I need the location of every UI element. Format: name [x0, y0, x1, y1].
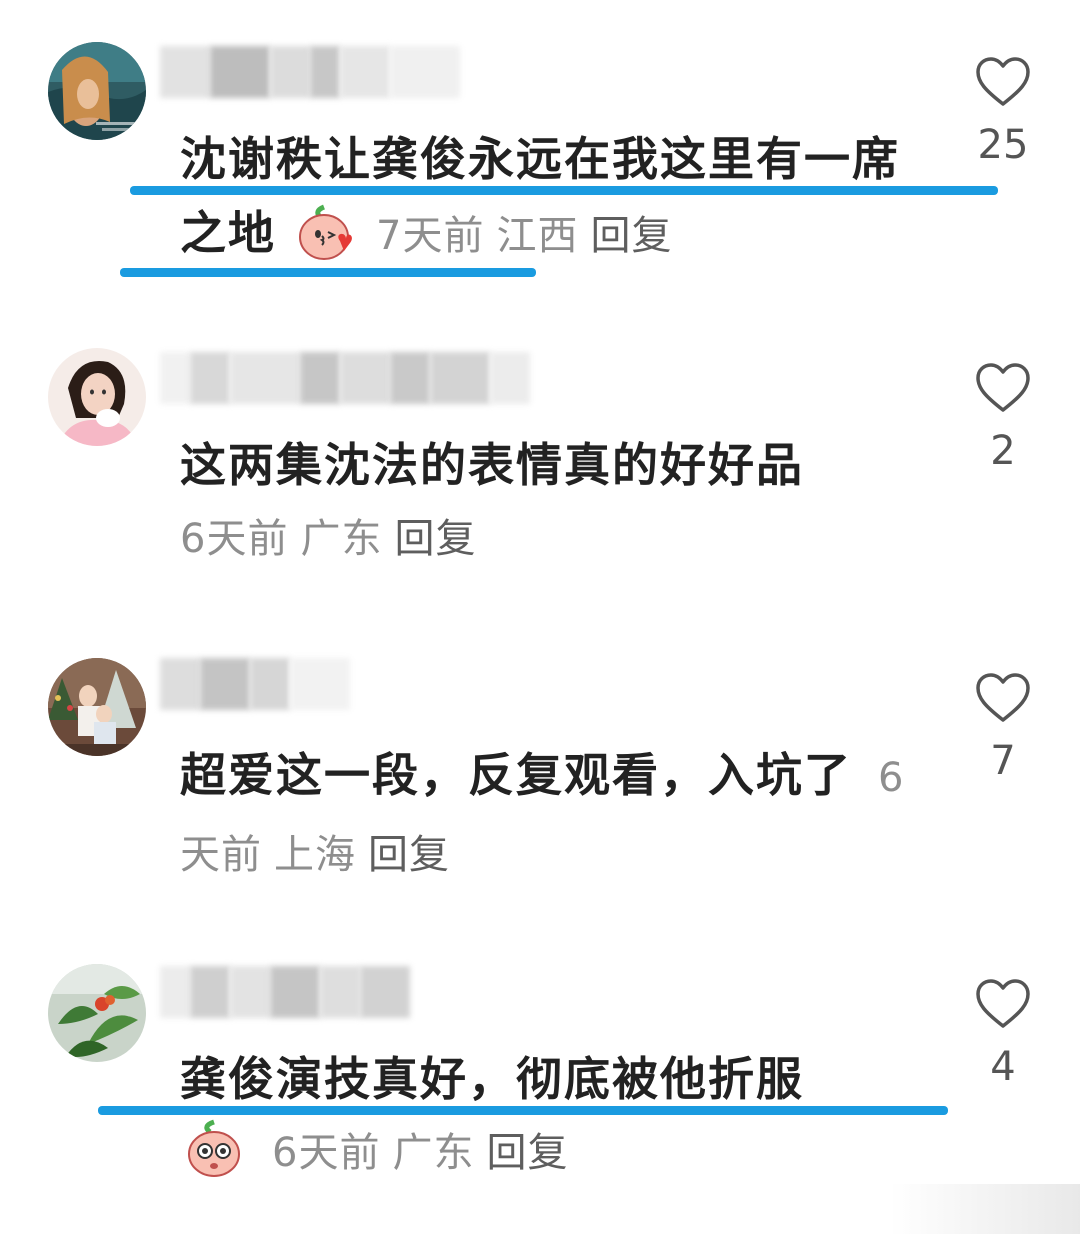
- heart-icon: [976, 979, 1030, 1028]
- blowing-kiss-peach-emoji-icon: [299, 204, 352, 260]
- comment-time: 6天前: [180, 516, 289, 562]
- highlight-underline: [98, 1106, 948, 1115]
- reply-button[interactable]: 回复: [368, 832, 450, 878]
- reply-button[interactable]: 回复: [486, 1130, 568, 1176]
- comment-location: 广东: [300, 516, 383, 562]
- peach-starry-eyes-emoji-icon: [188, 1119, 240, 1177]
- comment-text: 超爱这一段，反复观看，入坑了 6天前 上海 回复: [180, 738, 940, 892]
- username-blurred[interactable]: [160, 44, 460, 100]
- comment-text: 这两集沈法的表情真的好好品 6天前 广东 回复: [180, 428, 940, 576]
- username-blurred[interactable]: [160, 656, 350, 712]
- comment-location: 广东: [392, 1130, 475, 1176]
- comment-meta: 6天前 广东 回复: [180, 502, 940, 576]
- comment-text: 沈谢秩让龚俊永远在我这里有一席之地 7天前 江西 回复: [180, 122, 940, 273]
- comment-meta: 6天前 广东 回复: [184, 1116, 940, 1190]
- heart-icon: [976, 673, 1030, 722]
- avatar[interactable]: [48, 658, 146, 756]
- avatar[interactable]: [48, 348, 146, 446]
- like-count: 25: [977, 122, 1029, 168]
- comment-body: 龚俊演技真好，彻底被他折服: [180, 1052, 804, 1106]
- like-count: 2: [990, 428, 1016, 474]
- comment-meta: 7天前 江西 回复: [376, 213, 672, 259]
- like-button[interactable]: 25: [972, 56, 1034, 168]
- reply-button[interactable]: 回复: [394, 516, 476, 562]
- bottom-fade: [890, 1184, 1080, 1234]
- username-blurred[interactable]: [160, 350, 530, 406]
- heart-icon: [976, 363, 1030, 412]
- like-button[interactable]: 7: [972, 672, 1034, 784]
- woman-portrait-avatar-icon: [48, 348, 146, 446]
- comment-body: 超爱这一段，反复观看，入坑了: [180, 748, 852, 802]
- ocean-avatar-icon: [48, 42, 146, 140]
- avatar[interactable]: [48, 42, 146, 140]
- reply-button[interactable]: 回复: [590, 213, 672, 259]
- green-plant-avatar-icon: [48, 964, 146, 1062]
- comment-text: 龚俊演技真好，彻底被他折服 6天前 广东 回复: [180, 1042, 940, 1190]
- comment-time: 7天前: [376, 213, 485, 259]
- like-button[interactable]: 2: [972, 362, 1034, 474]
- highlight-underline: [120, 268, 536, 277]
- heart-icon: [976, 57, 1030, 106]
- like-count: 7: [990, 738, 1016, 784]
- comment-body: 这两集沈法的表情真的好好品: [180, 438, 804, 492]
- christmas-family-avatar-icon: [48, 658, 146, 756]
- like-count: 4: [990, 1044, 1016, 1090]
- avatar[interactable]: [48, 964, 146, 1062]
- username-blurred[interactable]: [160, 964, 410, 1020]
- comment-item: 这两集沈法的表情真的好好品 6天前 广东 回复 2: [0, 300, 1080, 610]
- highlight-underline: [130, 186, 998, 195]
- comment-location: 江西: [496, 213, 579, 259]
- comment-time: 6天前: [272, 1130, 381, 1176]
- comment-location: 上海: [274, 832, 356, 878]
- comment-item: 超爱这一段，反复观看，入坑了 6天前 上海 回复 7: [0, 610, 1080, 920]
- like-button[interactable]: 4: [972, 978, 1034, 1090]
- comment-item: 沈谢秩让龚俊永远在我这里有一席之地 7天前 江西 回复 25: [0, 0, 1080, 300]
